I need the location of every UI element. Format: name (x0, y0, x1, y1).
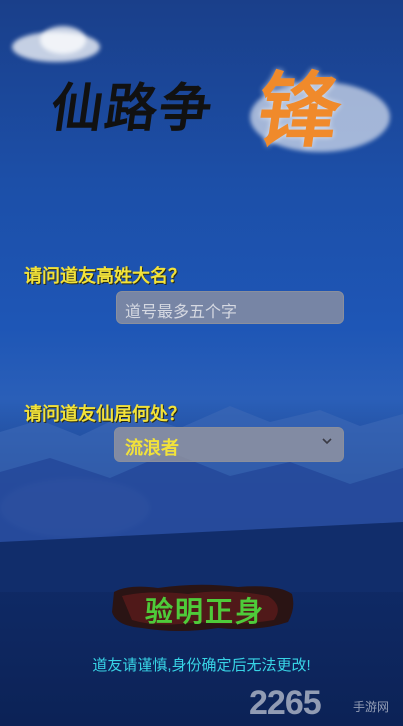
watermark-number: 2265 (249, 684, 322, 722)
game-title-accent: 锋 (251, 63, 347, 159)
warning-text: 道友请谨慎,身份确定后无法更改! (92, 657, 311, 674)
home-question-label: 请问道友仙居何处？ (24, 404, 186, 425)
confirm-identity-button[interactable]: 验明正身 (108, 582, 296, 634)
name-input-placeholder: 道号最多五个字 (125, 304, 238, 321)
home-select-value: 流浪者 (125, 438, 179, 459)
name-question-label: 请问道友高姓大名？ (24, 266, 186, 287)
home-select[interactable]: 流浪者 (114, 427, 344, 462)
confirm-button-label: 验明正身 (144, 595, 265, 628)
name-input[interactable]: 道号最多五个字 (116, 291, 344, 324)
game-title-main: 仙路争 (47, 78, 218, 139)
watermark-suffix: 手游网 (353, 700, 390, 714)
site-watermark: 2265 手游网 (249, 684, 399, 724)
chevron-down-icon (322, 438, 332, 445)
cloud-top-left-2 (40, 26, 86, 54)
game-title: 仙路争 锋 (47, 58, 352, 159)
